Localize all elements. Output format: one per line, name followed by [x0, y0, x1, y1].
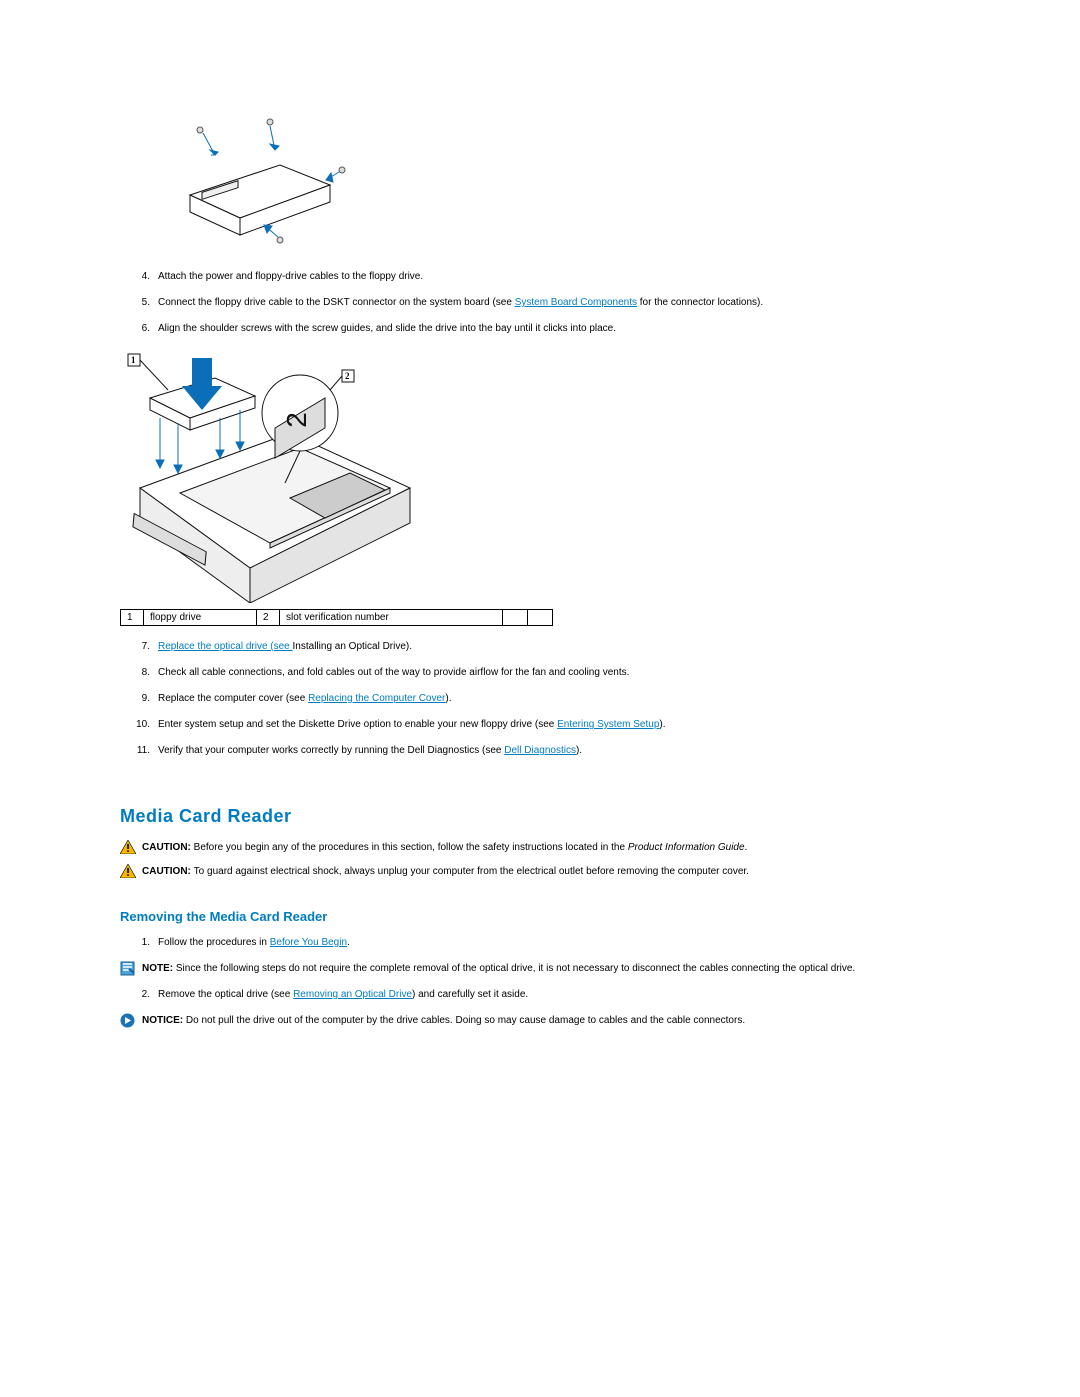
figure-floppy-drive-screws [160, 100, 960, 250]
floppy-drive-illustration-icon [160, 100, 350, 250]
text-segment: for the connector locations). [637, 297, 763, 308]
caution-text: CAUTION: To guard against electrical sho… [142, 865, 960, 879]
note-text: NOTE: Since the following steps do not r… [142, 962, 960, 976]
step-number: 4. [130, 270, 158, 284]
table-row: 1 floppy drive 2 slot verification numbe… [121, 610, 553, 626]
mcr-step-2: 2. Remove the optical drive (see Removin… [130, 988, 960, 1002]
link-dell-diagnostics[interactable]: Dell Diagnostics [504, 745, 576, 756]
step-text: Attach the power and floppy-drive cables… [158, 270, 960, 284]
step-8: 8. Check all cable connections, and fold… [130, 666, 960, 680]
text-segment: Remove the optical drive (see [158, 989, 293, 1000]
step-6: 6. Align the shoulder screws with the sc… [130, 322, 960, 336]
link-removing-optical-drive[interactable]: Removing an Optical Drive [293, 989, 412, 1000]
step-text: Enter system setup and set the Diskette … [158, 718, 960, 732]
text-segment: Connect the floppy drive cable to the DS… [158, 297, 515, 308]
step-number: 10. [130, 718, 158, 732]
text-segment: . [347, 937, 350, 948]
document-page: 4. Attach the power and floppy-drive cab… [0, 0, 1080, 1338]
text-segment: To guard against electrical shock, alway… [194, 866, 749, 877]
callout-label-2: 2 [345, 371, 350, 381]
callout-num: 1 [121, 610, 144, 626]
step-number: 9. [130, 692, 158, 706]
caution-box: CAUTION: Before you begin any of the pro… [120, 841, 960, 855]
callout-table: 1 floppy drive 2 slot verification numbe… [120, 609, 553, 626]
callout-empty [503, 610, 528, 626]
mcr-step-1: 1. Follow the procedures in Before You B… [130, 936, 960, 950]
note-icon [120, 961, 138, 976]
step-text: Remove the optical drive (see Removing a… [158, 988, 960, 1002]
text-segment: . [745, 842, 748, 853]
svg-text:2: 2 [281, 412, 312, 428]
link-replace-optical-drive[interactable]: Replace the optical drive (see [158, 641, 293, 652]
step-number: 5. [130, 296, 158, 310]
notice-text: NOTICE: Do not pull the drive out of the… [142, 1014, 960, 1028]
caution-text: CAUTION: Before you begin any of the pro… [142, 841, 960, 855]
link-system-board-components[interactable]: System Board Components [515, 297, 637, 308]
text-segment: Installing an Optical Drive). [293, 641, 413, 652]
step-text: Align the shoulder screws with the screw… [158, 322, 960, 336]
step-number: 1. [130, 936, 158, 950]
step-number: 7. [130, 640, 158, 654]
figure-chassis-bay: 2 1 2 [120, 348, 960, 603]
text-segment: Enter system setup and set the Diskette … [158, 719, 557, 730]
note-box: NOTE: Since the following steps do not r… [120, 962, 960, 976]
step-5: 5. Connect the floppy drive cable to the… [130, 296, 960, 310]
step-number: 11. [130, 744, 158, 758]
caution-icon [120, 840, 138, 854]
step-text: Replace the optical drive (see Installin… [158, 640, 960, 654]
step-9: 9. Replace the computer cover (see Repla… [130, 692, 960, 706]
text-segment: ). [576, 745, 582, 756]
step-4: 4. Attach the power and floppy-drive cab… [130, 270, 960, 284]
note-lead: NOTE: [142, 963, 176, 974]
caution-lead: CAUTION: [142, 842, 194, 853]
text-segment: Do not pull the drive out of the compute… [186, 1015, 745, 1026]
step-number: 2. [130, 988, 158, 1002]
caution-icon [120, 864, 138, 878]
callout-label-1: 1 [131, 355, 136, 365]
step-number: 6. [130, 322, 158, 336]
callout-label: slot verification number [280, 610, 503, 626]
notice-lead: NOTICE: [142, 1015, 186, 1026]
step-number: 8. [130, 666, 158, 680]
text-segment: Since the following steps do not require… [176, 963, 855, 974]
step-11: 11. Verify that your computer works corr… [130, 744, 960, 758]
link-before-you-begin[interactable]: Before You Begin [270, 937, 347, 948]
callout-label: floppy drive [144, 610, 257, 626]
callout-num: 2 [257, 610, 280, 626]
step-text: Connect the floppy drive cable to the DS… [158, 296, 960, 310]
callout-empty [528, 610, 553, 626]
section-heading-media-card-reader: Media Card Reader [120, 806, 960, 827]
text-segment: Replace the computer cover (see [158, 693, 308, 704]
text-segment: ) and carefully set it aside. [412, 989, 528, 1000]
link-entering-system-setup[interactable]: Entering System Setup [557, 719, 659, 730]
subsection-heading-removing-mcr: Removing the Media Card Reader [120, 909, 960, 924]
step-text: Check all cable connections, and fold ca… [158, 666, 960, 680]
product-info-guide-ref: Product Information Guide [628, 842, 745, 853]
step-text: Replace the computer cover (see Replacin… [158, 692, 960, 706]
text-segment: Verify that your computer works correctl… [158, 745, 504, 756]
caution-box: CAUTION: To guard against electrical sho… [120, 865, 960, 879]
link-replacing-computer-cover[interactable]: Replacing the Computer Cover [308, 693, 445, 704]
text-segment: ). [445, 693, 451, 704]
step-10: 10. Enter system setup and set the Diske… [130, 718, 960, 732]
text-segment: Follow the procedures in [158, 937, 270, 948]
notice-box: NOTICE: Do not pull the drive out of the… [120, 1014, 960, 1028]
chassis-illustration-icon: 2 1 2 [120, 348, 420, 603]
step-7: 7. Replace the optical drive (see Instal… [130, 640, 960, 654]
text-segment: Before you begin any of the procedures i… [194, 842, 628, 853]
caution-lead: CAUTION: [142, 866, 194, 877]
step-text: Verify that your computer works correctl… [158, 744, 960, 758]
step-text: Follow the procedures in Before You Begi… [158, 936, 960, 950]
notice-icon [120, 1013, 138, 1028]
text-segment: ). [659, 719, 665, 730]
